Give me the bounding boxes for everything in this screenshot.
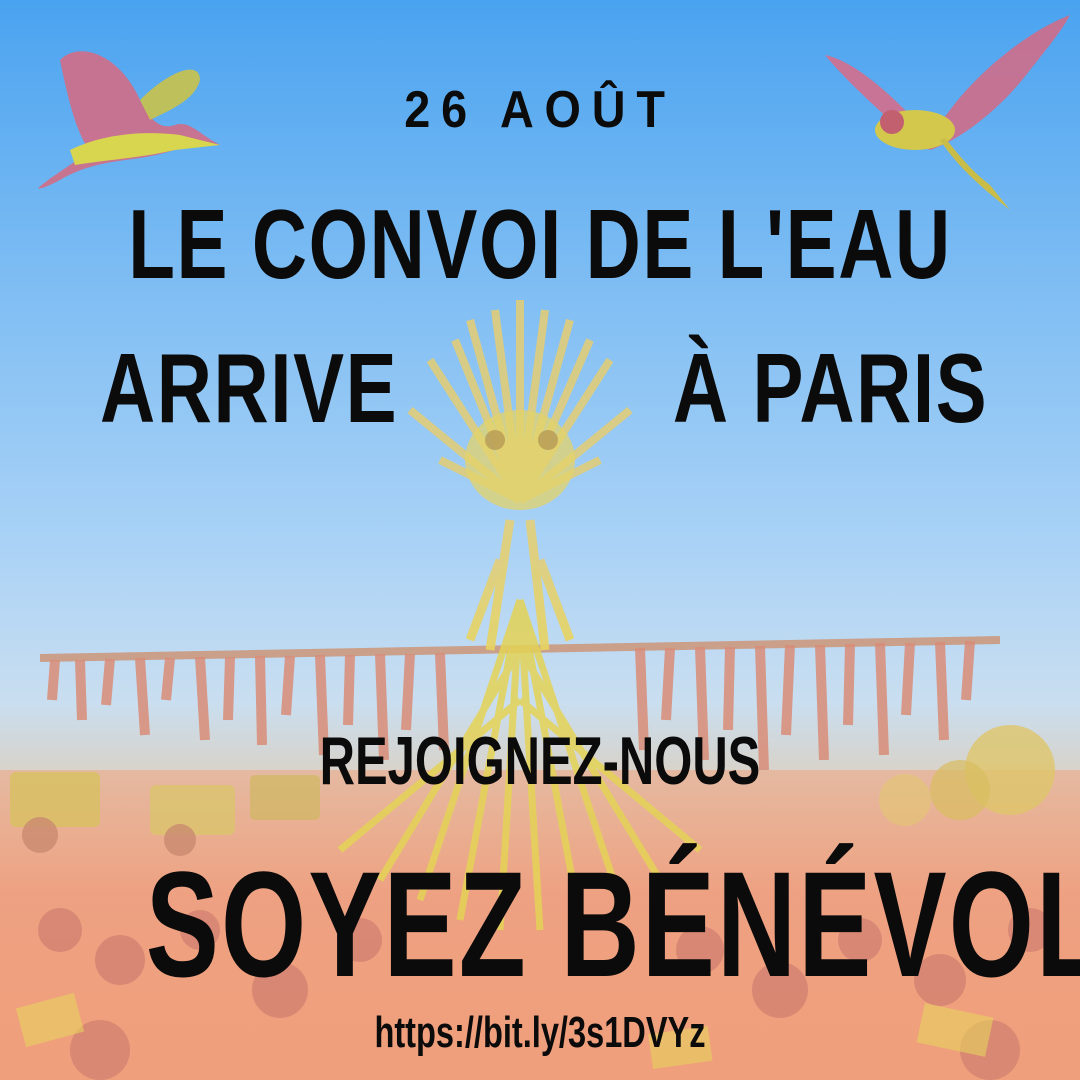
title-line-1: LE CONVOI DE L'EAU xyxy=(128,189,952,299)
title-line-2-right: À PARIS xyxy=(672,333,988,443)
title-line-2-left: ARRIVE xyxy=(100,333,399,443)
signup-link[interactable]: https://bit.ly/3s1DVYz xyxy=(140,1008,939,1058)
call-to-action: REJOIGNEZ-NOUS xyxy=(319,723,761,799)
headline: SOYEZ BÉNÉVOLE ! xyxy=(145,840,1080,1008)
poster: 26 AOÛT LE CONVOI DE L'EAU ARRIVE À PARI… xyxy=(0,0,1080,1080)
event-date: 26 AOÛT xyxy=(404,81,676,139)
